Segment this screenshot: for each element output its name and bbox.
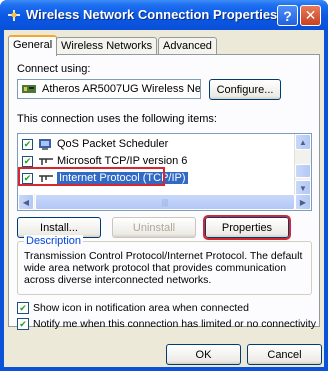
connect-using-label: Connect using: <box>17 63 91 75</box>
adapter-name: Atheros AR5007UG Wireless Network <box>42 83 201 95</box>
general-tab-panel: Connect using: Atheros AR5007UG Wireless… <box>8 54 320 330</box>
horizontal-scrollbar[interactable]: ◀ ||| ▶ <box>18 194 311 210</box>
network-adapter-icon <box>22 85 36 93</box>
notify-checkbox[interactable]: ✔ <box>17 318 29 330</box>
show-icon-label: Show icon in notification area when conn… <box>33 302 249 314</box>
network-connection-icon <box>8 10 20 21</box>
window-title: Wireless Network Connection Properties <box>26 7 278 22</box>
properties-button[interactable]: Properties <box>203 215 291 240</box>
scroll-right-button[interactable]: ▶ <box>295 194 311 210</box>
tab-general[interactable]: General <box>8 35 58 56</box>
selected-item-highlight <box>18 167 165 186</box>
items-label: This connection uses the following items… <box>17 113 217 125</box>
item-label: QoS Packet Scheduler <box>57 138 169 150</box>
ok-button[interactable]: OK <box>166 344 241 365</box>
notify-option[interactable]: ✔ Notify me when this connection has lim… <box>17 318 316 330</box>
help-button[interactable]: ? <box>277 5 298 26</box>
dialog-client-area: General Wireless Networks Advanced Conne… <box>4 30 324 367</box>
scroll-left-button[interactable]: ◀ <box>18 194 34 210</box>
description-title: Description <box>24 235 84 247</box>
scroll-up-button[interactable]: ▲ <box>295 134 311 150</box>
item-checkbox[interactable]: ✔ <box>22 155 33 167</box>
show-icon-option[interactable]: ✔ Show icon in notification area when co… <box>17 302 249 314</box>
dialog-window: Wireless Network Connection Properties ?… <box>0 0 328 371</box>
tab-wireless-networks[interactable]: Wireless Networks <box>56 37 158 55</box>
show-icon-checkbox[interactable]: ✔ <box>17 302 29 314</box>
item-checkbox[interactable]: ✔ <box>22 138 33 150</box>
horizontal-scroll-thumb[interactable]: ||| <box>35 194 295 210</box>
adapter-field: Atheros AR5007UG Wireless Network <box>17 79 201 99</box>
description-group: Description Transmission Control Protoco… <box>17 235 312 295</box>
item-label: Microsoft TCP/IP version 6 <box>57 155 188 167</box>
configure-button[interactable]: Configure... <box>209 79 281 100</box>
title-bar[interactable]: Wireless Network Connection Properties ?… <box>0 0 328 30</box>
vertical-scroll-thumb[interactable] <box>295 164 311 178</box>
close-button[interactable]: ✕ <box>300 5 321 26</box>
uninstall-button[interactable]: Uninstall <box>112 217 196 238</box>
list-item[interactable]: ✔ QoS Packet Scheduler <box>22 136 168 152</box>
notify-label: Notify me when this connection has limit… <box>33 318 317 330</box>
scheduler-icon <box>39 139 51 150</box>
description-text: Transmission Control Protocol/Internet P… <box>24 250 303 286</box>
protocol-icon <box>39 158 53 165</box>
cancel-button[interactable]: Cancel <box>247 344 322 365</box>
items-listbox[interactable]: ✔ QoS Packet Scheduler ✔ Microsoft TCP/I… <box>17 133 312 211</box>
tab-advanced[interactable]: Advanced <box>158 37 217 55</box>
vertical-scrollbar[interactable]: ▲ ▼ <box>294 134 311 196</box>
